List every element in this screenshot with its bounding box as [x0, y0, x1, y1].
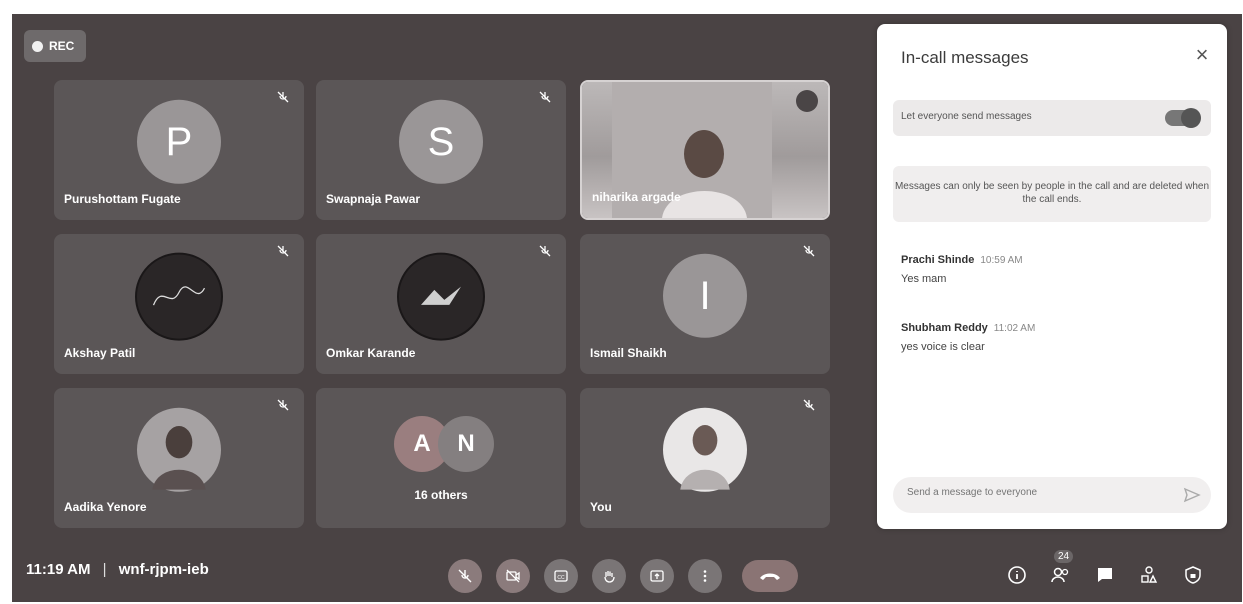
participant-name: You [590, 500, 612, 514]
participant-tile-self[interactable]: You [580, 388, 830, 528]
mic-off-icon [803, 245, 815, 257]
mic-off-icon [277, 91, 289, 103]
chat-message: Shubham Reddy 11:02 AM yes voice is clear [901, 318, 1035, 353]
meet-call-screen: REC P Purushottam Fugate S Swapnaja Pawa… [12, 14, 1242, 602]
participant-name: Swapnaja Pawar [326, 192, 421, 206]
send-messages-toggle-row: Let everyone send messages [893, 100, 1211, 136]
present-icon [650, 570, 664, 582]
message-input[interactable] [905, 486, 1169, 499]
present-screen-button[interactable] [640, 559, 674, 593]
speaking-indicator-icon [796, 90, 818, 112]
clock-time: 11:19 AM [26, 561, 91, 578]
shield-lock-icon [1185, 566, 1201, 584]
message-time: 10:59 AM [980, 255, 1023, 266]
activities-shapes-icon [1141, 566, 1158, 583]
mic-off-icon [277, 399, 289, 411]
send-icon[interactable] [1183, 486, 1201, 504]
participant-tile[interactable]: Omkar Karande [316, 234, 566, 374]
avatar: N [438, 416, 494, 472]
panel-title: In-call messages [901, 48, 1029, 67]
avatar: I [663, 253, 747, 338]
mic-off-icon [539, 245, 551, 257]
avatar: S [399, 99, 483, 184]
participant-tile-video[interactable]: niharika argade [580, 80, 830, 220]
mic-off-icon [803, 399, 815, 411]
recording-label: REC [49, 39, 75, 53]
more-vertical-icon [703, 570, 707, 582]
messages-toggle-switch[interactable] [1165, 108, 1201, 128]
participant-name: Aadika Yenore [64, 500, 147, 514]
activities-button[interactable] [1136, 562, 1162, 588]
signature-logo [152, 286, 206, 306]
profile-photo [680, 425, 730, 490]
people-button[interactable]: 24 [1048, 550, 1074, 588]
logo-avatar [397, 252, 485, 341]
mic-off-button[interactable] [448, 559, 482, 593]
chat-icon [1098, 568, 1112, 582]
message-sender: Shubham Reddy [901, 322, 988, 334]
participant-tile[interactable]: P Purushottam Fugate [54, 80, 304, 220]
separator: | [102, 561, 107, 578]
message-text: yes voice is clear [901, 341, 985, 353]
leave-call-button[interactable] [742, 560, 798, 592]
raise-hand-button[interactable] [592, 559, 626, 593]
recording-indicator: REC [24, 30, 87, 62]
avatar: P [137, 99, 221, 184]
captions-button[interactable]: CC [544, 559, 578, 593]
mic-off-icon [539, 91, 551, 103]
in-call-messages-panel: In-call messages × Let everyone send mes… [877, 24, 1227, 529]
message-sender: Prachi Shinde [901, 254, 975, 266]
info-icon [1008, 566, 1026, 584]
camera-off-icon [506, 569, 520, 583]
photo-avatar [137, 407, 221, 492]
participant-tile[interactable]: Akshay Patil [54, 234, 304, 374]
meeting-info: 11:19 AM | wnf-rjpm-ieb [26, 561, 209, 578]
more-options-button[interactable] [688, 559, 722, 593]
participant-name: Omkar Karande [326, 346, 416, 360]
participant-name: Purushottam Fugate [64, 192, 181, 206]
notice-text: Messages can only be seen by people in t… [894, 181, 1210, 205]
photo-avatar [663, 407, 747, 492]
toggle-knob [1181, 108, 1201, 128]
participant-name: Akshay Patil [64, 346, 136, 360]
record-dot-icon [32, 40, 43, 52]
people-icon [1051, 567, 1069, 583]
people-count-badge: 24 [1054, 550, 1074, 563]
meeting-details-button[interactable] [1004, 562, 1030, 588]
others-avatar-stack: A N [394, 416, 494, 472]
profile-photo [152, 425, 206, 490]
message-composer [893, 477, 1211, 513]
camera-off-button[interactable] [496, 559, 530, 593]
chat-message: Prachi Shinde 10:59 AM Yes mam [901, 250, 1023, 285]
rog-logo [421, 286, 461, 305]
svg-text:CC: CC [557, 575, 565, 581]
toggle-label: Let everyone send messages [901, 111, 1032, 122]
participant-tile[interactable]: S Swapnaja Pawar [316, 80, 566, 220]
participant-tile[interactable]: Aadika Yenore [54, 388, 304, 528]
chat-button[interactable] [1092, 562, 1118, 588]
close-icon[interactable]: × [1191, 44, 1213, 66]
captions-icon: CC [554, 570, 568, 582]
hand-icon [604, 571, 615, 583]
mic-off-icon [277, 245, 289, 257]
participant-name: Ismail Shaikh [590, 346, 667, 360]
participant-tile[interactable]: I Ismail Shaikh [580, 234, 830, 374]
message-text: Yes mam [901, 273, 947, 285]
participant-name: niharika argade [592, 190, 681, 204]
others-count-label: 16 others [414, 488, 468, 502]
signature-avatar [135, 252, 223, 341]
phone-hangup-icon [760, 573, 780, 580]
participant-tile-others[interactable]: A N 16 others [316, 388, 566, 528]
meeting-code: wnf-rjpm-ieb [118, 561, 209, 578]
call-controls-bar: 11:19 AM | wnf-rjpm-ieb CC 24 [12, 546, 1242, 602]
host-controls-button[interactable] [1180, 562, 1206, 588]
privacy-notice: Messages can only be seen by people in t… [893, 166, 1211, 222]
mic-off-icon [458, 569, 472, 583]
message-time: 11:02 AM [993, 323, 1036, 334]
